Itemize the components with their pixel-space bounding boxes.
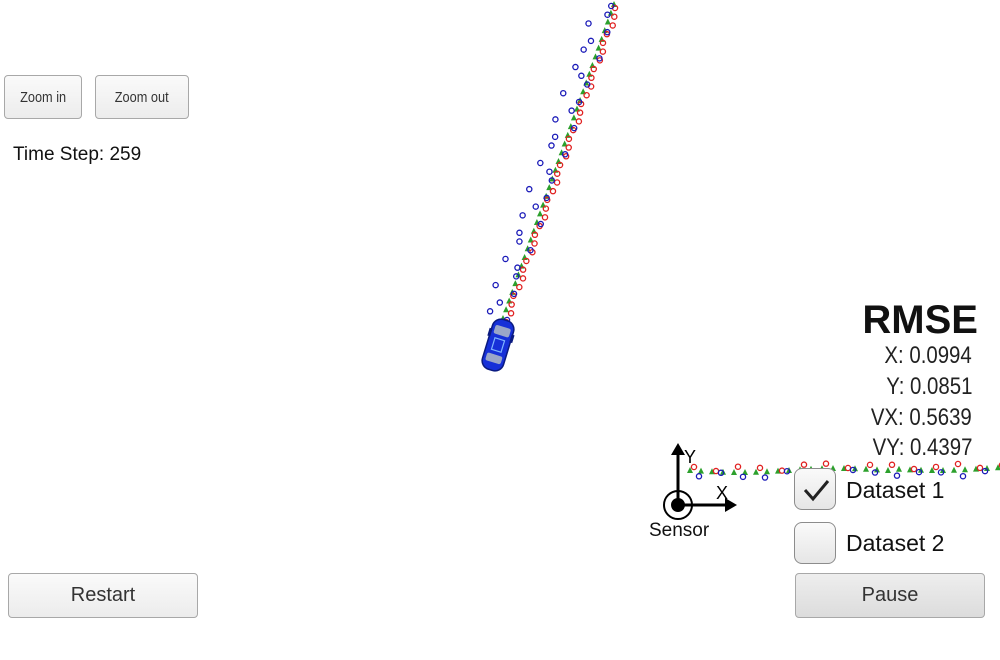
lidar-marker <box>609 22 616 29</box>
sensor-axes-icon: Y X <box>663 443 737 520</box>
radar-marker <box>552 116 559 123</box>
radar-marker <box>502 255 509 263</box>
lidar-marker <box>507 310 515 317</box>
lidar-marker <box>932 463 940 471</box>
lidar-marker <box>756 464 764 472</box>
radar-marker <box>559 89 567 97</box>
lidar-marker <box>583 91 590 99</box>
radar-marker <box>551 133 559 141</box>
time-step-label: Time Step: 259 <box>13 144 142 165</box>
radar-marker <box>537 159 544 167</box>
dataset-2-checkbox[interactable] <box>794 522 836 564</box>
lidar-marker <box>516 283 523 291</box>
x-axis-label: X <box>716 483 728 503</box>
lidar-marker <box>576 109 584 116</box>
radar-marker <box>572 63 579 71</box>
ground-truth-marker <box>537 210 543 217</box>
dataset-1-label: Dataset 1 <box>846 477 945 503</box>
ground-truth-marker <box>896 465 902 472</box>
radar-marker <box>516 229 523 237</box>
lidar-marker <box>541 214 549 221</box>
lidar-marker <box>822 460 830 467</box>
rmse-y: Y: 0.0851 <box>885 373 972 400</box>
rmse-vx: VX: 0.5639 <box>871 404 972 431</box>
lidar-marker <box>954 460 962 468</box>
lidar-marker <box>888 461 896 469</box>
radar-marker <box>546 168 553 175</box>
radar-marker <box>761 474 769 481</box>
zoom-out-button[interactable]: Zoom out <box>95 75 189 119</box>
radar-marker <box>585 20 592 27</box>
radar-marker <box>532 203 539 210</box>
ground-truth-marker <box>951 466 957 473</box>
lidar-marker <box>553 179 561 186</box>
rmse-vy: VY: 0.4397 <box>872 434 972 461</box>
radar-marker <box>496 299 504 306</box>
lidar-marker <box>800 461 808 468</box>
restart-button[interactable]: Restart <box>8 573 198 618</box>
lidar-marker <box>599 48 607 55</box>
dataset-2-label: Dataset 2 <box>846 530 945 556</box>
lidar-marker <box>866 461 874 469</box>
lidar-marker <box>611 13 618 20</box>
radar-marker <box>516 238 523 245</box>
radar-marker <box>739 473 747 481</box>
ground-truth-marker <box>885 467 891 474</box>
radar-marker <box>548 142 555 149</box>
radar-marker <box>568 107 575 114</box>
ground-truth-marker <box>962 466 968 473</box>
ground-truth-marker <box>698 467 704 474</box>
radar-marker <box>580 46 587 53</box>
lidar-marker <box>549 187 557 195</box>
lidar-marker <box>575 118 583 125</box>
radar-marker <box>959 472 967 480</box>
ground-truth-marker <box>570 114 577 121</box>
lidar-marker <box>565 144 572 151</box>
lidar-marker <box>734 463 742 470</box>
car-icon <box>481 318 515 372</box>
radar-marker <box>526 185 533 193</box>
radar-marker <box>695 473 703 480</box>
trajectory-lower-right <box>687 460 1000 481</box>
checkmark-icon <box>803 480 830 502</box>
sensor-label: Sensor <box>649 520 710 541</box>
ground-truth-marker <box>764 468 770 475</box>
radar-marker <box>587 37 595 45</box>
ground-truth-marker <box>604 18 611 25</box>
lidar-marker <box>519 275 527 282</box>
lidar-marker <box>976 464 984 472</box>
rmse-x: X: 0.0994 <box>884 342 972 369</box>
lidar-marker <box>542 205 550 212</box>
pause-button[interactable]: Pause <box>795 573 985 618</box>
radar-marker <box>578 72 585 80</box>
rmse-title: RMSE <box>862 298 978 342</box>
radar-marker <box>486 308 494 315</box>
lidar-marker <box>531 240 538 247</box>
trajectory-upper <box>486 1 619 326</box>
zoom-in-button[interactable]: Zoom in <box>4 75 82 119</box>
dataset-1-checkbox[interactable] <box>794 468 836 510</box>
lidar-marker <box>910 465 918 473</box>
ground-truth-marker <box>503 306 510 313</box>
ground-truth-marker <box>731 468 737 475</box>
radar-marker <box>519 212 526 219</box>
radar-marker <box>492 281 499 289</box>
y-axis-label: Y <box>684 447 696 467</box>
